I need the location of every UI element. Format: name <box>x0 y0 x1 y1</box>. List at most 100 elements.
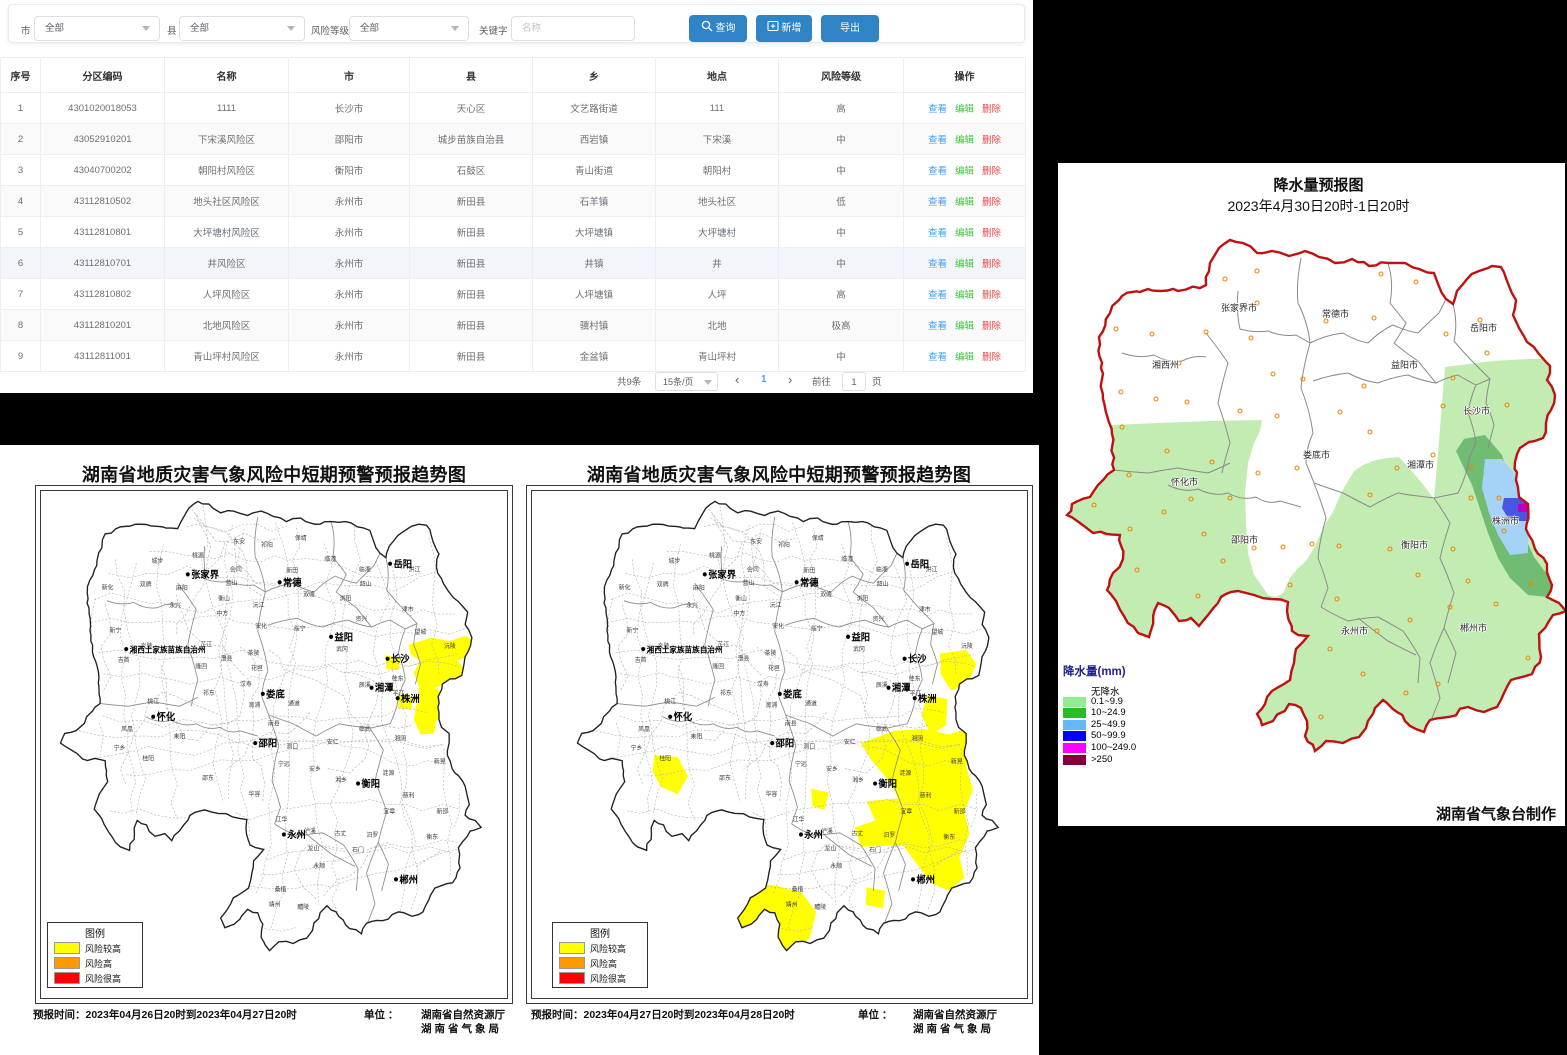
svg-text:汉寿: 汉寿 <box>757 680 769 688</box>
svg-text:株洲: 株洲 <box>918 693 937 705</box>
svg-text:永州市: 永州市 <box>1341 625 1368 636</box>
svg-text:娄底: 娄底 <box>266 688 285 700</box>
svg-text:株洲市: 株洲市 <box>1492 515 1519 526</box>
svg-text:南县: 南县 <box>268 719 280 727</box>
svg-text:湘乡: 湘乡 <box>335 776 347 784</box>
svg-text:耒阳: 耒阳 <box>173 733 185 741</box>
svg-text:慈利: 慈利 <box>403 791 415 799</box>
svg-text:新邵: 新邵 <box>953 807 965 815</box>
svg-text:永顺: 永顺 <box>830 862 842 870</box>
svg-text:岳阳: 岳阳 <box>393 558 412 570</box>
svg-text:醴陵: 醴陵 <box>297 903 309 911</box>
svg-text:长沙市: 长沙市 <box>1463 405 1490 416</box>
svg-text:湘西州: 湘西州 <box>1152 359 1179 370</box>
svg-text:花垣: 花垣 <box>768 664 780 672</box>
svg-text:郴州: 郴州 <box>399 874 418 886</box>
svg-text:祁阳: 祁阳 <box>261 541 273 549</box>
svg-text:望城: 望城 <box>415 628 427 636</box>
svg-text:湘阴: 湘阴 <box>394 734 406 742</box>
svg-text:保靖: 保靖 <box>295 534 307 542</box>
svg-text:新化: 新化 <box>619 583 631 591</box>
svg-text:武冈: 武冈 <box>853 645 865 653</box>
svg-text:益阳市: 益阳市 <box>1391 359 1418 370</box>
svg-text:宁远: 宁远 <box>795 760 807 768</box>
svg-text:韶山: 韶山 <box>360 580 372 588</box>
svg-text:泸溪: 泸溪 <box>821 827 833 835</box>
svg-text:汨罗: 汨罗 <box>883 831 895 839</box>
svg-text:双峰: 双峰 <box>820 590 832 598</box>
svg-text:宁远: 宁远 <box>278 760 290 768</box>
svg-text:桃江: 桃江 <box>664 697 676 705</box>
svg-text:汨罗: 汨罗 <box>366 831 378 839</box>
svg-text:临湘: 临湘 <box>876 566 888 574</box>
svg-text:湘潭: 湘潭 <box>892 682 911 694</box>
svg-text:东安: 东安 <box>233 537 245 545</box>
svg-text:会同: 会同 <box>230 566 242 574</box>
svg-text:中方: 中方 <box>733 610 745 618</box>
svg-text:溆浦: 溆浦 <box>248 701 260 709</box>
svg-text:城步: 城步 <box>152 557 164 565</box>
svg-text:江华: 江华 <box>275 815 287 823</box>
svg-text:衡阳市: 衡阳市 <box>1401 539 1428 550</box>
svg-text:耒阳: 耒阳 <box>690 733 702 741</box>
svg-text:永兴: 永兴 <box>169 602 181 610</box>
svg-text:蓝山: 蓝山 <box>226 579 238 587</box>
svg-text:湘潭: 湘潭 <box>375 682 394 694</box>
svg-text:龙山: 龙山 <box>824 844 836 852</box>
svg-text:泸溪: 泸溪 <box>304 827 316 835</box>
svg-text:长沙: 长沙 <box>391 653 410 665</box>
svg-text:常德: 常德 <box>283 577 302 589</box>
svg-text:武冈: 武冈 <box>336 645 348 653</box>
svg-text:吉首: 吉首 <box>118 656 130 664</box>
svg-text:古丈: 古丈 <box>851 829 863 837</box>
svg-text:慈利: 慈利 <box>920 791 932 799</box>
svg-text:衡东: 衡东 <box>943 833 955 841</box>
svg-text:衡阳: 衡阳 <box>878 778 897 790</box>
svg-text:溆浦: 溆浦 <box>765 701 777 709</box>
svg-text:张家界市: 张家界市 <box>1221 302 1257 313</box>
svg-text:桃江: 桃江 <box>147 697 159 705</box>
svg-text:常德市: 常德市 <box>1322 308 1349 319</box>
svg-text:永顺: 永顺 <box>313 862 325 870</box>
svg-text:邵阳: 邵阳 <box>775 738 795 749</box>
svg-text:麻阳: 麻阳 <box>176 584 188 592</box>
svg-text:茶陵: 茶陵 <box>248 649 260 657</box>
svg-text:桃源: 桃源 <box>709 552 721 560</box>
svg-text:邵东: 邵东 <box>202 774 214 782</box>
svg-text:辰溪: 辰溪 <box>359 681 371 689</box>
svg-text:桑植: 桑植 <box>792 886 804 894</box>
svg-text:茶陵: 茶陵 <box>765 649 777 657</box>
svg-text:常德: 常德 <box>800 577 819 589</box>
svg-text:会同: 会同 <box>747 566 759 574</box>
svg-text:宁乡: 宁乡 <box>114 744 126 752</box>
svg-text:南县: 南县 <box>785 719 797 727</box>
svg-text:湘西土家族苗族自治州: 湘西土家族苗族自治州 <box>130 644 206 654</box>
svg-text:桑植: 桑植 <box>275 886 287 894</box>
svg-text:桂阳: 桂阳 <box>659 755 671 763</box>
svg-text:安化: 安化 <box>772 622 784 630</box>
svg-text:东安: 东安 <box>750 537 762 545</box>
svg-text:安化: 安化 <box>255 622 267 630</box>
svg-text:通道: 通道 <box>805 699 817 707</box>
svg-text:娄底: 娄底 <box>783 688 802 700</box>
svg-text:株洲: 株洲 <box>401 693 420 705</box>
svg-text:澧县: 澧县 <box>221 654 233 662</box>
svg-text:古丈: 古丈 <box>334 829 346 837</box>
svg-text:衡山: 衡山 <box>218 595 230 603</box>
svg-text:安仁: 安仁 <box>844 738 856 746</box>
svg-text:桂东: 桂东 <box>392 675 404 683</box>
svg-text:益阳: 益阳 <box>851 631 870 643</box>
svg-text:麻阳: 麻阳 <box>693 584 705 592</box>
svg-text:双牌: 双牌 <box>140 581 152 589</box>
svg-text:邵阳市: 邵阳市 <box>1231 534 1258 545</box>
svg-text:蓝山: 蓝山 <box>743 579 755 587</box>
svg-text:湘阴: 湘阴 <box>911 734 923 742</box>
svg-text:新宁: 新宁 <box>626 626 638 634</box>
svg-text:临湘: 临湘 <box>359 566 371 574</box>
svg-text:张家界: 张家界 <box>708 569 736 581</box>
svg-text:安仁: 安仁 <box>327 738 339 746</box>
svg-text:祁东: 祁东 <box>203 689 215 697</box>
svg-text:新晃: 新晃 <box>951 757 963 765</box>
svg-text:衡阳: 衡阳 <box>361 778 380 790</box>
svg-text:桃源: 桃源 <box>192 552 204 560</box>
